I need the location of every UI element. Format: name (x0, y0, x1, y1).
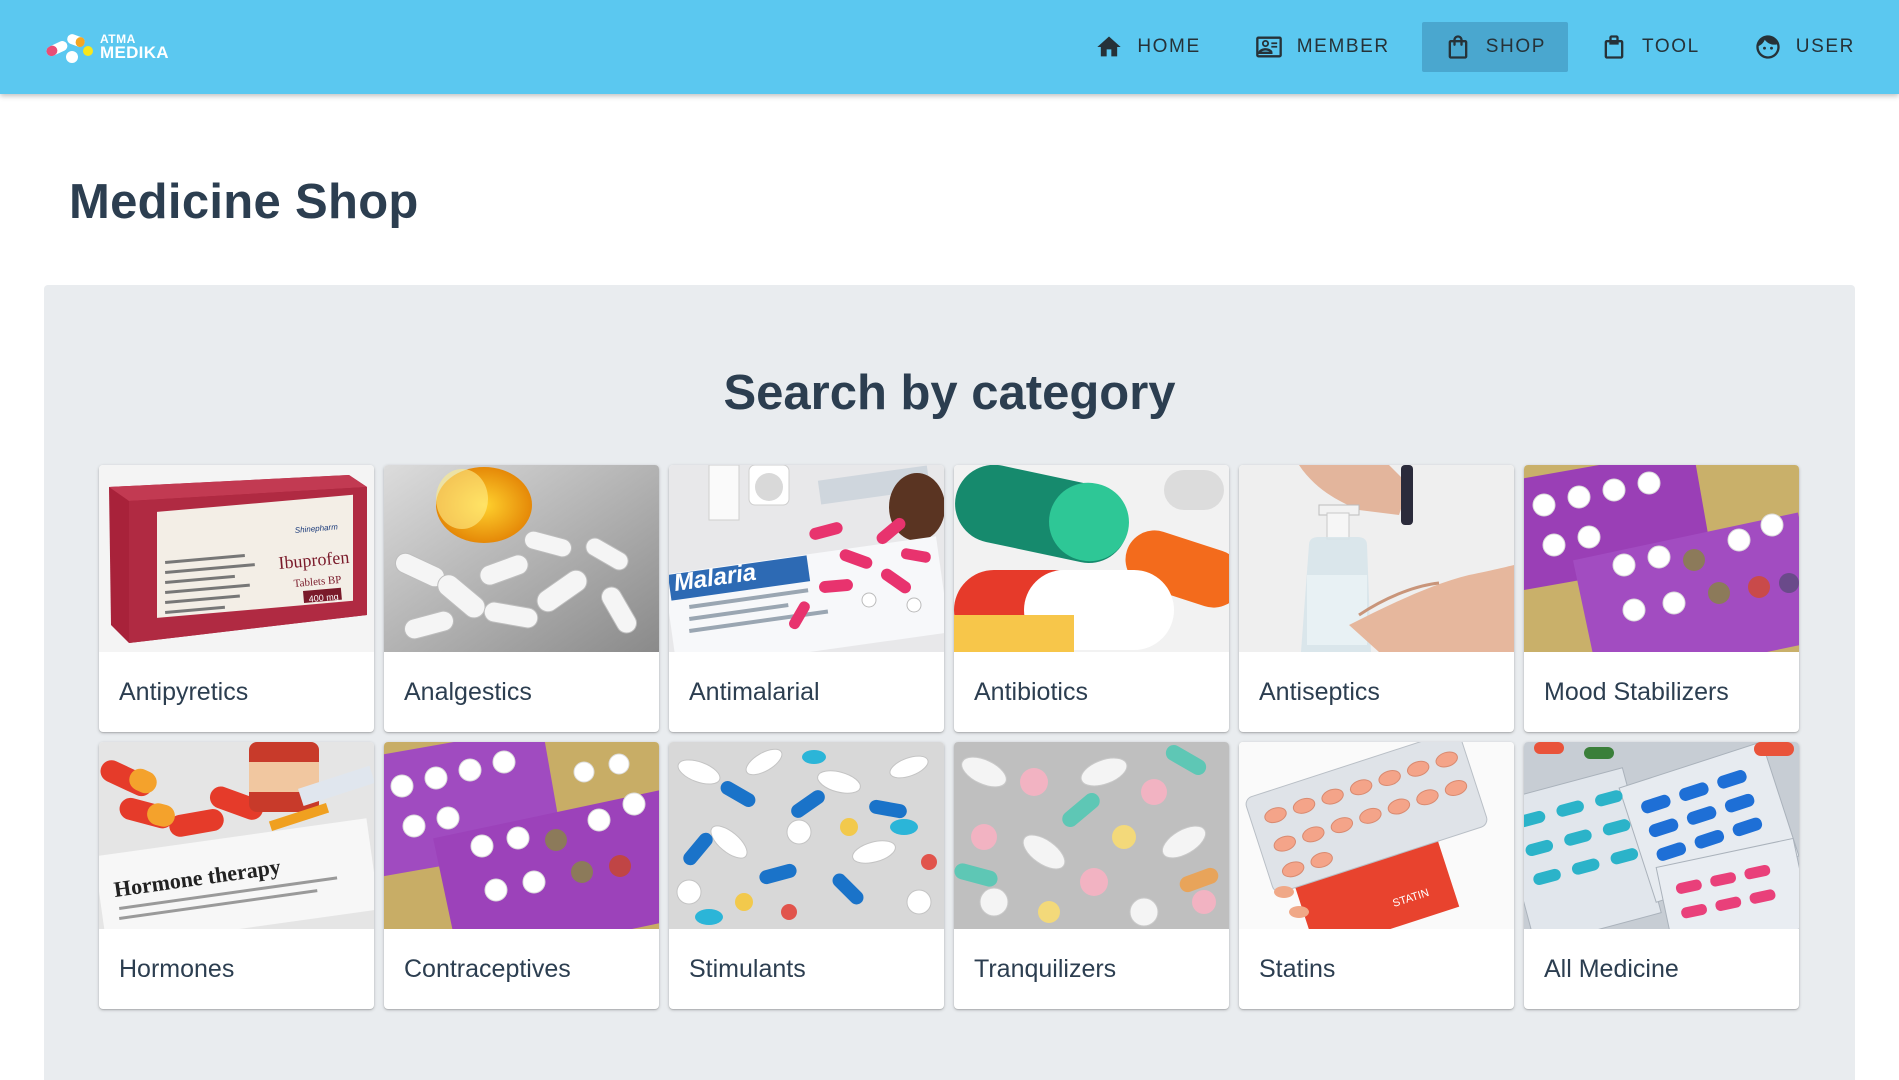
category-label: Stimulants (689, 954, 806, 983)
pastel-pills-image (954, 742, 1229, 929)
nav-tool-label: TOOL (1642, 36, 1700, 57)
category-label: Statins (1259, 954, 1336, 983)
nav-user-label: USER (1795, 36, 1855, 57)
category-card-all-medicine[interactable]: All Medicine (1524, 742, 1799, 1009)
home-icon (1097, 36, 1122, 57)
category-card-tranquilizers[interactable]: Tranquilizers (954, 742, 1229, 1009)
page-title: Medicine Shop (69, 175, 419, 229)
category-label: Antiseptics (1259, 677, 1380, 706)
category-card-hormones[interactable]: Hormone therapy Hormones (99, 742, 374, 1009)
nav-user[interactable]: USER (1732, 22, 1877, 72)
assorted-blister-packs-image (1524, 742, 1799, 929)
category-card-analgestics[interactable]: Analgestics (384, 465, 659, 732)
category-label: All Medicine (1544, 954, 1679, 983)
nav-shop-label: SHOP (1485, 36, 1546, 57)
purple-blister-pack-image (1524, 465, 1799, 652)
nav-tool[interactable]: TOOL (1578, 22, 1722, 72)
nav-member-label: MEMBER (1296, 36, 1390, 57)
nav-member[interactable]: MEMBER (1233, 22, 1412, 72)
nav-home-label: HOME (1137, 36, 1201, 57)
white-pills-bottle-image (384, 465, 659, 652)
main-nav: HOME MEMBER SHOP TOOL USER (1063, 0, 1877, 94)
category-label: Antimalarial (689, 677, 820, 706)
category-label: Contraceptives (404, 954, 571, 983)
category-card-antibiotics[interactable]: Antibiotics (954, 465, 1229, 732)
nav-home[interactable]: HOME (1073, 22, 1222, 72)
user-face-icon (1756, 35, 1780, 59)
category-card-antipyretics[interactable]: Ibuprofen Tablets BP 400 mg Shinepharm A… (99, 465, 374, 732)
capsules-closeup-image (954, 465, 1229, 652)
category-grid: Ibuprofen Tablets BP 400 mg Shinepharm A… (99, 465, 1799, 1009)
category-section-title: Search by category (723, 366, 1176, 420)
statin-blister-image: STATIN (1239, 742, 1514, 929)
pill-logo-icon (46, 34, 93, 63)
category-card-antiseptics[interactable]: Antiseptics (1239, 465, 1514, 732)
app-bar: ATMA MEDIKA HOME MEMBER SHOP TOOL USER (0, 0, 1899, 94)
category-card-antimalarial[interactable]: Malaria Antimalarial (669, 465, 944, 732)
category-label: Antipyretics (119, 677, 249, 706)
nav-shop[interactable]: SHOP (1421, 22, 1568, 72)
malaria-pills-image: Malaria (669, 465, 944, 652)
member-card-icon (1255, 36, 1282, 58)
hand-sanitizer-image (1239, 465, 1514, 652)
category-label: Analgestics (404, 677, 532, 706)
mixed-pills-blue-image (669, 742, 944, 929)
category-card-stimulants[interactable]: Stimulants (669, 742, 944, 1009)
brand-line2: MEDIKA (100, 43, 169, 62)
category-label: Hormones (119, 954, 235, 983)
brand-logo[interactable]: ATMA MEDIKA (44, 27, 169, 67)
hormone-therapy-image: Hormone therapy (99, 742, 374, 929)
category-label: Tranquilizers (974, 954, 1117, 983)
category-card-contraceptives[interactable]: Contraceptives (384, 742, 659, 1009)
contraceptive-pills-image (384, 742, 659, 929)
clipboard-icon (1604, 35, 1624, 59)
category-panel: Search by category Ibuprofen Tablets BP … (44, 285, 1855, 1080)
category-card-statins[interactable]: STATIN Statins (1239, 742, 1514, 1009)
category-card-mood-stabilizers[interactable]: Mood Stabilizers (1524, 465, 1799, 732)
category-label: Antibiotics (974, 677, 1088, 706)
ibuprofen-box-image: Ibuprofen Tablets BP 400 mg Shinepharm (99, 465, 374, 652)
category-label: Mood Stabilizers (1544, 677, 1729, 706)
shopping-bag-icon (1448, 35, 1468, 59)
